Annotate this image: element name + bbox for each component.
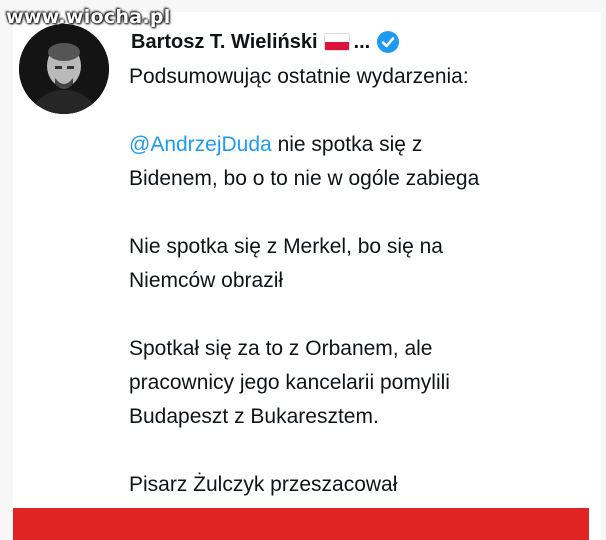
tweet-line: Bidenem, bo o to nie w ogóle zabiega (129, 167, 480, 190)
tweet-line: Spotkał się za to z Orbanem, ale (129, 337, 433, 360)
tweet-line: @AndrzejDuda nie spotka się z (129, 128, 589, 162)
tweet-line: Pisarz Żulczyk przeszacował (129, 473, 398, 496)
poland-flag-icon (323, 33, 350, 51)
tweet-line: Budapeszt z Bukaresztem. (129, 405, 379, 428)
red-banner (13, 508, 589, 540)
avatar[interactable] (19, 24, 109, 114)
tweet-line: Podsumowując ostatnie wydarzenia: (129, 65, 469, 88)
author-name[interactable]: Bartosz T. Wieliński (131, 31, 318, 54)
avatar-photo (19, 24, 109, 114)
verified-badge-icon (377, 31, 400, 53)
mention-link[interactable]: @AndrzejDuda (129, 133, 272, 156)
tweet-line: Niemców obraził (129, 269, 284, 292)
tweet-line: Nie spotka się z Merkel, bo się na (129, 235, 443, 258)
tweet-line: pracownicy jego kancelarii pomylili (129, 371, 450, 394)
tweet-header: Bartosz T. Wieliński ... (131, 28, 400, 56)
site-watermark: www.wiocha.pl (6, 6, 171, 28)
name-ellipsis: ... (353, 30, 371, 53)
tweet-line-text: nie spotka się z (271, 133, 423, 156)
tweet-text: Podsumowując ostatnie wydarzenia: @Andrz… (129, 60, 589, 502)
